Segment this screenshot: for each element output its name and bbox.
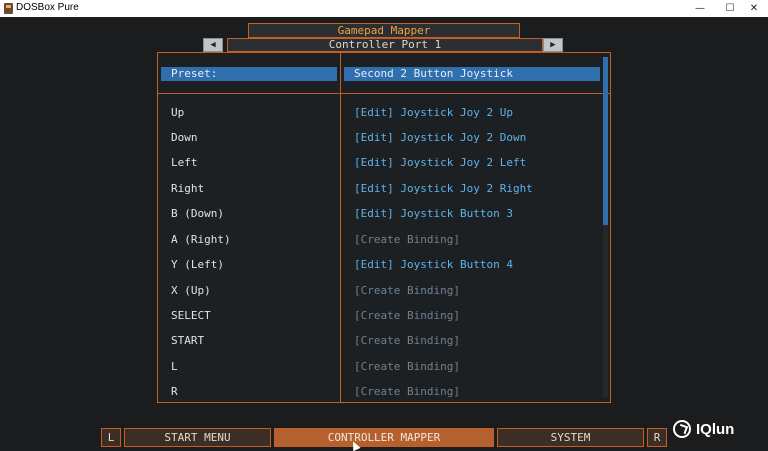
button-label: Right xyxy=(171,182,205,195)
watermark: IQlun xyxy=(673,420,734,438)
button-label: R xyxy=(171,385,178,398)
mapping-row-up[interactable]: Up [Edit] Joystick Joy 2 Up xyxy=(158,105,610,121)
mapping-row-left[interactable]: Left [Edit] Joystick Joy 2 Left xyxy=(158,155,610,171)
gamepad-mapper-ui: Gamepad Mapper ◀ Controller Port 1 ▶ Pre… xyxy=(0,17,768,451)
emulator-screen: Gamepad Mapper ◀ Controller Port 1 ▶ Pre… xyxy=(0,17,768,451)
binding-edit[interactable]: [Edit] Joystick Joy 2 Right xyxy=(354,181,533,197)
system-tab[interactable]: SYSTEM xyxy=(497,428,644,447)
mapping-row-a[interactable]: A (Right) [Create Binding] xyxy=(158,232,610,248)
minimize-button[interactable]: — xyxy=(686,0,714,17)
mapping-row-right[interactable]: Right [Edit] Joystick Joy 2 Right xyxy=(158,181,610,197)
mapping-panel: Preset: Second 2 Button Joystick Up [Edi… xyxy=(157,52,611,403)
binding-edit[interactable]: [Edit] Joystick Joy 2 Up xyxy=(354,105,513,121)
button-label: Up xyxy=(171,106,185,119)
start-menu-tab[interactable]: START MENU xyxy=(124,428,271,447)
watermark-text: IQlun xyxy=(696,420,735,438)
close-button[interactable]: ✕ xyxy=(740,0,768,17)
button-label: L xyxy=(171,360,178,373)
button-label: START xyxy=(171,334,205,347)
controller-mapper-tab[interactable]: CONTROLLER MAPPER xyxy=(274,428,494,447)
binding-edit[interactable]: [Edit] Joystick Button 4 xyxy=(354,257,513,273)
mapping-row-down[interactable]: Down [Edit] Joystick Joy 2 Down xyxy=(158,130,610,146)
button-label: Y (Left) xyxy=(171,258,224,271)
next-port-button[interactable]: ▶ xyxy=(543,38,563,52)
button-label: SELECT xyxy=(171,309,211,322)
binding-edit[interactable]: [Edit] Joystick Button 3 xyxy=(354,206,513,222)
button-label: X (Up) xyxy=(171,284,211,297)
l-shoulder-button[interactable]: L xyxy=(101,428,121,447)
binding-create[interactable]: [Create Binding] xyxy=(354,232,460,248)
mapper-title: Gamepad Mapper xyxy=(248,23,520,38)
binding-edit[interactable]: [Edit] Joystick Joy 2 Left xyxy=(354,155,526,171)
button-label: Left xyxy=(171,156,198,169)
button-label: B (Down) xyxy=(171,207,224,220)
binding-create[interactable]: [Create Binding] xyxy=(354,333,460,349)
button-label: Down xyxy=(171,131,198,144)
binding-create[interactable]: [Create Binding] xyxy=(354,384,460,400)
mapping-row-b[interactable]: B (Down) [Edit] Joystick Button 3 xyxy=(158,206,610,222)
mapping-row-x[interactable]: X (Up) [Create Binding] xyxy=(158,283,610,299)
mapping-row-l[interactable]: L [Create Binding] xyxy=(158,359,610,375)
preset-divider xyxy=(158,93,610,94)
binding-create[interactable]: [Create Binding] xyxy=(354,359,460,375)
preset-value[interactable]: Second 2 Button Joystick xyxy=(344,67,600,81)
window-titlebar: DOSBox Pure — ☐ ✕ xyxy=(0,0,768,17)
dosbox-app-icon xyxy=(4,3,13,14)
prev-port-button[interactable]: ◀ xyxy=(203,38,223,52)
binding-edit[interactable]: [Edit] Joystick Joy 2 Down xyxy=(354,130,526,146)
watermark-logo-icon xyxy=(673,420,691,438)
window-title: DOSBox Pure xyxy=(16,2,79,13)
binding-create[interactable]: [Create Binding] xyxy=(354,283,460,299)
mapping-row-y[interactable]: Y (Left) [Edit] Joystick Button 4 xyxy=(158,257,610,273)
preset-label[interactable]: Preset: xyxy=(161,67,337,81)
r-shoulder-button[interactable]: R xyxy=(647,428,667,447)
controller-port-label: Controller Port 1 xyxy=(227,38,543,52)
mapping-row-select[interactable]: SELECT [Create Binding] xyxy=(158,308,610,324)
button-label: A (Right) xyxy=(171,233,231,246)
mapping-row-start[interactable]: START [Create Binding] xyxy=(158,333,610,349)
binding-create[interactable]: [Create Binding] xyxy=(354,308,460,324)
mapping-row-r[interactable]: R [Create Binding] xyxy=(158,384,610,400)
